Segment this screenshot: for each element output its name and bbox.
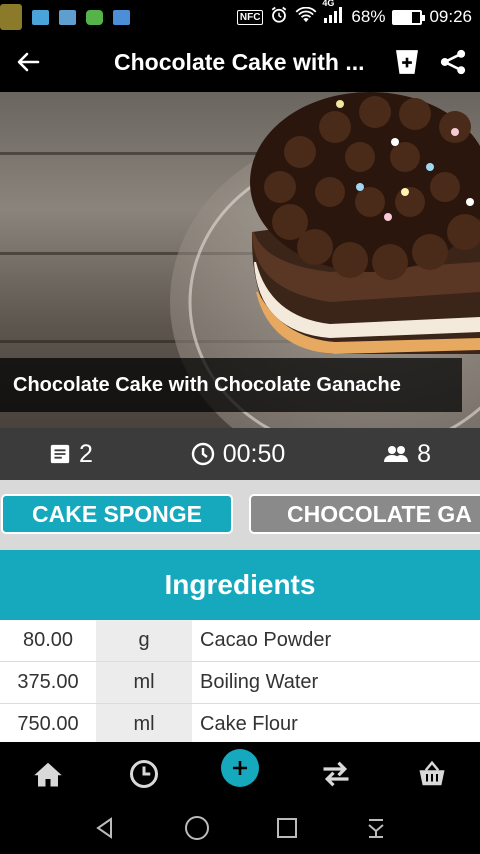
ingredient-unit: ml: [96, 662, 192, 703]
ingredient-row[interactable]: 375.00 ml Boiling Water: [0, 662, 480, 704]
ingredient-name: Cacao Powder: [192, 620, 480, 661]
bottom-navigation: [0, 742, 480, 806]
square-recents-icon: [277, 817, 298, 838]
nav-basket-button[interactable]: [402, 744, 462, 804]
ingredient-row[interactable]: 750.00 ml Cake Flour: [0, 704, 480, 742]
recipe-title: Chocolate Cake with Chocolate Ganache: [13, 373, 401, 396]
ingredient-row[interactable]: 80.00 g Cacao Powder: [0, 620, 480, 662]
duration-value: 00:50: [222, 439, 286, 468]
nav-history-button[interactable]: [114, 744, 174, 804]
servings: 8: [383, 440, 431, 469]
nav-add-button[interactable]: [210, 744, 270, 804]
circle-home-icon: [184, 815, 209, 840]
battery-percent: 68%: [351, 7, 386, 26]
ingredient-unit: g: [96, 620, 192, 661]
back-button[interactable]: [0, 34, 56, 90]
ingredient-quantity: 750.00: [0, 704, 96, 742]
list-icon: [50, 444, 70, 464]
app-bar: Chocolate Cake with ...: [0, 34, 480, 90]
section-tabs: CAKE SPONGE CHOCOLATE GA: [0, 480, 480, 550]
nfc-icon: NFC: [236, 9, 264, 25]
image-notification-icon: [59, 9, 76, 25]
ingredients-header: Ingredients: [0, 550, 480, 620]
system-back-button[interactable]: [93, 816, 117, 845]
ingredient-name: Boiling Water: [192, 662, 480, 703]
home-icon: [34, 762, 62, 787]
ingredient-quantity: 80.00: [0, 620, 96, 661]
arrow-left-icon: [17, 52, 40, 72]
tab-cake-sponge[interactable]: CAKE SPONGE: [1, 494, 233, 534]
wifi-icon: [295, 6, 317, 28]
system-status: NFC 4G 68% 09:26: [236, 0, 472, 29]
clock-icon: [191, 442, 214, 466]
basket-icon: [419, 760, 445, 786]
ingredient-name: Cake Flour: [192, 704, 480, 742]
alarm-icon: [270, 6, 288, 29]
system-navigation: [0, 806, 480, 854]
status-bar: NFC 4G 68% 09:26: [0, 0, 480, 34]
system-recents-button[interactable]: [276, 817, 298, 844]
plus-icon: [233, 761, 247, 775]
add-to-list-icon: [396, 50, 418, 74]
battery-icon: [392, 9, 426, 25]
history-icon: [130, 760, 158, 788]
notification-icons: [0, 4, 130, 30]
recipe-meta-bar: 2 00:50 8: [0, 428, 480, 480]
duration: 00:50: [191, 439, 286, 469]
pull-down-icon: [368, 818, 384, 838]
tab-chocolate-ganache[interactable]: CHOCOLATE GA: [249, 494, 480, 534]
ingredients-table: 80.00 g Cacao Powder 375.00 ml Boiling W…: [0, 620, 480, 742]
signal-icon: 4G: [322, 0, 344, 28]
ingredient-quantity: 375.00: [0, 662, 96, 703]
app-notification-icon: [0, 4, 22, 30]
battery-level: [394, 11, 413, 23]
add-fab: [221, 749, 259, 787]
store-notification-icon: [113, 9, 130, 25]
recipe-title-overlay: Chocolate Cake with Chocolate Ganache: [0, 358, 462, 412]
app-notification-icon: [86, 9, 103, 25]
triangle-back-icon: [96, 816, 113, 839]
steps-count: 2: [49, 440, 93, 469]
page-title: Chocolate Cake with ...: [114, 48, 365, 75]
share-icon: [440, 49, 466, 75]
nav-home-button[interactable]: [18, 744, 78, 804]
swap-icon: [323, 761, 349, 787]
mail-notification-icon: [32, 9, 49, 25]
system-notification-button[interactable]: [365, 817, 387, 844]
system-home-button[interactable]: [184, 815, 210, 846]
recipe-photo: Chocolate Cake with Chocolate Ganache: [0, 92, 480, 428]
people-icon: [384, 446, 409, 462]
network-type: 4G: [322, 0, 335, 8]
steps-value: 2: [78, 439, 93, 468]
ingredient-unit: ml: [96, 704, 192, 742]
servings-value: 8: [417, 439, 432, 468]
nav-swap-button[interactable]: [306, 744, 366, 804]
share-button[interactable]: [430, 34, 476, 90]
add-to-list-button[interactable]: [384, 34, 430, 90]
clock-time: 09:26: [429, 7, 472, 26]
